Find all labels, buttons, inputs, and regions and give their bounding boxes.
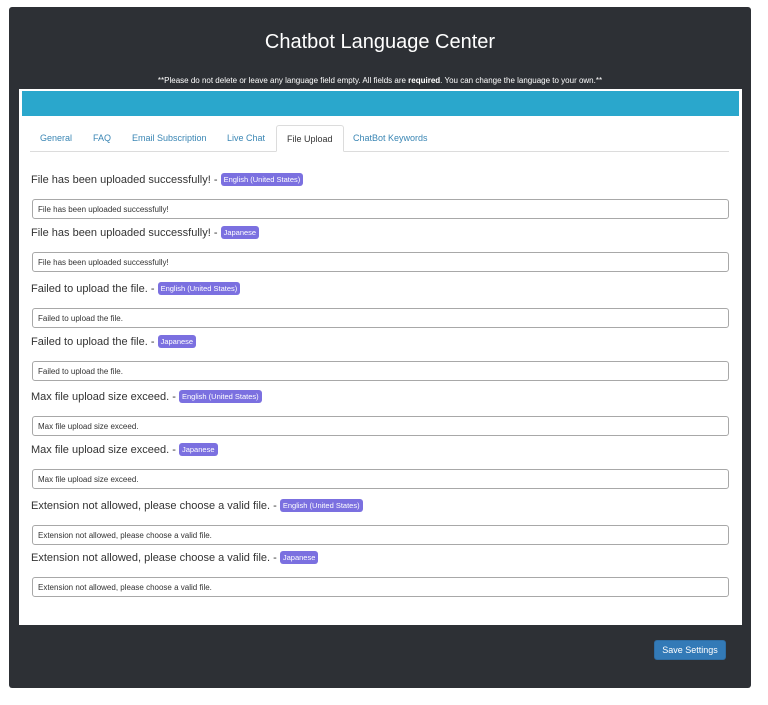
tab-file-upload[interactable]: File Upload (276, 125, 344, 152)
required-fields-notice: **Please do not delete or leave any lang… (9, 76, 751, 86)
translation-input[interactable] (32, 416, 729, 436)
settings-panel: General FAQ Email Subscription Live Chat… (19, 89, 742, 625)
tab-faq[interactable]: FAQ (83, 125, 121, 151)
notice-text: **Please do not delete or leave any lang… (157, 76, 409, 85)
language-badge: Japanese (178, 443, 218, 456)
save-settings-button[interactable]: Save Settings (654, 640, 726, 660)
field-label: Extension not allowed, please choose a v… (31, 550, 319, 566)
field-label: File has been uploaded successfully! - J… (31, 225, 260, 241)
field-label: Extension not allowed, please choose a v… (31, 498, 363, 514)
field-label-text: File has been uploaded successfully! - (31, 227, 221, 239)
tab-general[interactable]: General (30, 125, 82, 151)
field-label-text: Failed to upload the file. - (31, 283, 158, 295)
notice-text-end: . You can change the language to your ow… (440, 76, 603, 85)
field-label: File has been uploaded successfully! - E… (31, 172, 304, 188)
language-center-frame: Chatbot Language Center **Please do not … (9, 7, 751, 688)
tab-email-subscription[interactable]: Email Subscription (122, 125, 217, 151)
translation-input[interactable] (32, 308, 729, 328)
tab-live-chat[interactable]: Live Chat (217, 125, 275, 151)
panel-header-bar (22, 91, 739, 116)
language-badge: Japanese (157, 335, 197, 348)
translation-input[interactable] (32, 252, 729, 272)
notice-required-text: required (408, 76, 441, 85)
field-label: Max file upload size exceed. - English (… (31, 389, 262, 405)
translation-input[interactable] (32, 525, 729, 545)
field-label-text: Max file upload size exceed. - (31, 391, 179, 403)
field-label-text: Extension not allowed, please choose a v… (31, 500, 280, 512)
language-badge: Japanese (220, 226, 260, 239)
translation-input[interactable] (32, 199, 729, 219)
page-title: Chatbot Language Center (264, 31, 496, 53)
language-badge: English (United States) (220, 173, 304, 186)
translation-input[interactable] (32, 361, 729, 381)
language-badge: English (United States) (157, 282, 241, 295)
field-label: Failed to upload the file. - Japanese (31, 334, 197, 350)
field-label-text: Extension not allowed, please choose a v… (31, 552, 280, 564)
language-badge: English (United States) (178, 390, 262, 403)
tab-bar: General FAQ Email Subscription Live Chat… (30, 125, 729, 152)
field-label-text: Failed to upload the file. - (31, 336, 158, 348)
translation-input[interactable] (32, 577, 729, 597)
translation-input[interactable] (32, 469, 729, 489)
field-label: Failed to upload the file. - English (Un… (31, 281, 241, 297)
field-label-text: File has been uploaded successfully! - (31, 174, 221, 186)
language-badge: Japanese (279, 551, 319, 564)
field-label: Max file upload size exceed. - Japanese (31, 442, 218, 458)
language-badge: English (United States) (279, 499, 363, 512)
tab-chatbot-keywords[interactable]: ChatBot Keywords (343, 125, 438, 151)
field-label-text: Max file upload size exceed. - (31, 444, 179, 456)
